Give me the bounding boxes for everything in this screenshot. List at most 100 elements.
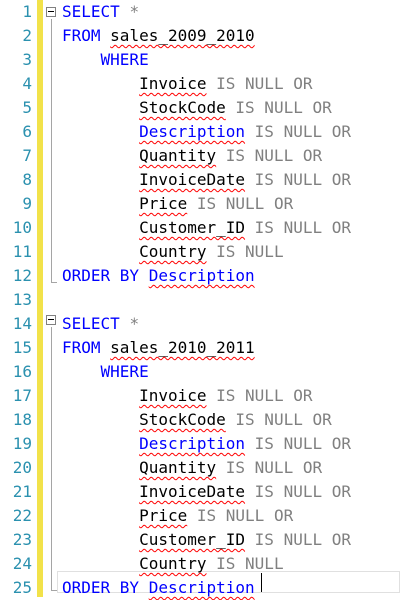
- null-check-operator: IS NULL OR: [225, 458, 323, 477]
- code-text[interactable]: Customer_ID IS NULL OR: [62, 216, 351, 240]
- order-by-column: Description: [148, 578, 255, 597]
- code-text[interactable]: Country IS NULL: [62, 552, 284, 576]
- code-line[interactable]: 14 SELECT *: [0, 312, 400, 336]
- code-text[interactable]: Description IS NULL OR: [62, 432, 351, 456]
- code-text[interactable]: StockCode IS NULL OR: [62, 96, 332, 120]
- null-check-operator: IS NULL OR: [254, 530, 351, 549]
- code-line[interactable]: 9 Price IS NULL OR: [0, 192, 400, 216]
- null-check-operator: IS NULL OR: [254, 218, 351, 237]
- line-number: 24: [12, 554, 32, 573]
- code-line[interactable]: 22 Price IS NULL OR: [0, 504, 400, 528]
- line-number: 22: [12, 506, 32, 525]
- null-check-operator: IS NULL: [216, 242, 284, 261]
- code-line[interactable]: 17 Invoice IS NULL OR: [0, 384, 400, 408]
- null-check-operator: IS NULL OR: [235, 410, 332, 429]
- code-line[interactable]: 5 StockCode IS NULL OR: [0, 96, 400, 120]
- line-number: 20: [12, 458, 32, 477]
- column-name: Quantity: [139, 458, 217, 477]
- table-name: sales_2010_2011: [110, 338, 255, 357]
- column-name: Country: [139, 242, 207, 261]
- code-line[interactable]: 20 Quantity IS NULL OR: [0, 456, 400, 480]
- line-number: 17: [12, 386, 32, 405]
- code-text[interactable]: Price IS NULL OR: [62, 192, 293, 216]
- code-line[interactable]: 19 Description IS NULL OR: [0, 432, 400, 456]
- null-check-operator: IS NULL OR: [196, 194, 294, 213]
- code-text[interactable]: StockCode IS NULL OR: [62, 408, 332, 432]
- column-name: InvoiceDate: [139, 482, 246, 501]
- code-text[interactable]: Invoice IS NULL OR: [62, 72, 312, 96]
- column-name: Customer_ID: [139, 218, 246, 237]
- column-name: StockCode: [139, 98, 226, 117]
- line-number: 5: [22, 98, 32, 117]
- column-name: Description: [139, 122, 246, 141]
- from-keyword: FROM: [62, 338, 101, 357]
- line-number: 25: [12, 578, 32, 597]
- code-text[interactable]: ORDER BY Description: [62, 576, 255, 600]
- code-line[interactable]: 4 Invoice IS NULL OR: [0, 72, 400, 96]
- code-text[interactable]: Price IS NULL OR: [62, 504, 293, 528]
- code-text[interactable]: Description IS NULL OR: [62, 120, 351, 144]
- code-line[interactable]: 10 Customer_ID IS NULL OR: [0, 216, 400, 240]
- select-keyword: SELECT: [62, 314, 120, 333]
- where-keyword: WHERE: [100, 362, 149, 381]
- code-line[interactable]: 7 Quantity IS NULL OR: [0, 144, 400, 168]
- code-text[interactable]: InvoiceDate IS NULL OR: [62, 168, 351, 192]
- line-number: 12: [12, 266, 32, 285]
- line-number: 8: [22, 170, 32, 189]
- order-by-keyword: ORDER BY: [62, 266, 140, 285]
- code-text[interactable]: FROM sales_2010_2011: [62, 336, 255, 360]
- null-check-operator: IS NULL OR: [254, 122, 351, 141]
- code-line[interactable]: 13: [0, 288, 400, 312]
- line-number: 21: [12, 482, 32, 501]
- line-number: 2: [22, 26, 32, 45]
- code-text[interactable]: WHERE: [62, 360, 149, 384]
- code-line[interactable]: 11 Country IS NULL: [0, 240, 400, 264]
- line-number: 18: [12, 410, 32, 429]
- null-check-operator: IS NULL OR: [254, 170, 351, 189]
- code-text[interactable]: WHERE: [62, 48, 149, 72]
- select-keyword: SELECT: [62, 2, 120, 21]
- column-name: InvoiceDate: [139, 170, 246, 189]
- line-number: 9: [22, 194, 32, 213]
- code-text[interactable]: InvoiceDate IS NULL OR: [62, 480, 351, 504]
- column-name: Invoice: [139, 386, 207, 405]
- code-line[interactable]: 3 WHERE: [0, 48, 400, 72]
- code-text[interactable]: Quantity IS NULL OR: [62, 144, 322, 168]
- code-text[interactable]: Quantity IS NULL OR: [62, 456, 322, 480]
- code-text[interactable]: Invoice IS NULL OR: [62, 384, 312, 408]
- code-line[interactable]: 1 SELECT *: [0, 0, 400, 24]
- code-line[interactable]: 21 InvoiceDate IS NULL OR: [0, 480, 400, 504]
- sql-editor[interactable]: 1 SELECT * 2 FROM sales_2009_2010 3 WHERE 4 I…: [0, 0, 400, 597]
- code-line[interactable]: 6 Description IS NULL OR: [0, 120, 400, 144]
- select-star: *: [129, 314, 140, 333]
- code-line[interactable]: 24 Country IS NULL: [0, 552, 400, 576]
- null-check-operator: IS NULL OR: [225, 146, 323, 165]
- column-name: Country: [139, 554, 207, 573]
- column-name: Price: [139, 194, 188, 213]
- where-keyword: WHERE: [100, 50, 149, 69]
- code-text[interactable]: FROM sales_2009_2010: [62, 24, 255, 48]
- code-line[interactable]: 23 Customer_ID IS NULL OR: [0, 528, 400, 552]
- column-name: Description: [139, 434, 246, 453]
- code-line[interactable]: 8 InvoiceDate IS NULL OR: [0, 168, 400, 192]
- code-text[interactable]: ORDER BY Description: [62, 264, 255, 288]
- order-by-keyword: ORDER BY: [62, 578, 140, 597]
- code-line[interactable]: 16 WHERE: [0, 360, 400, 384]
- code-line[interactable]: 2 FROM sales_2009_2010: [0, 24, 400, 48]
- column-name: Customer_ID: [139, 530, 246, 549]
- null-check-operator: IS NULL OR: [235, 98, 332, 117]
- column-name: Price: [139, 506, 188, 525]
- code-line[interactable]: 12 ORDER BY Description: [0, 264, 400, 288]
- code-text[interactable]: SELECT *: [62, 312, 139, 336]
- code-line[interactable]: 25 ORDER BY Description: [0, 576, 400, 600]
- code-text[interactable]: SELECT *: [62, 0, 139, 24]
- code-text[interactable]: Country IS NULL: [62, 240, 284, 264]
- line-number: 19: [12, 434, 32, 453]
- column-name: Quantity: [139, 146, 217, 165]
- code-line[interactable]: 15 FROM sales_2010_2011: [0, 336, 400, 360]
- code-line[interactable]: 18 StockCode IS NULL OR: [0, 408, 400, 432]
- column-name: StockCode: [139, 410, 226, 429]
- code-text[interactable]: Customer_ID IS NULL OR: [62, 528, 351, 552]
- line-number: 10: [12, 218, 32, 237]
- line-number: 16: [12, 362, 32, 381]
